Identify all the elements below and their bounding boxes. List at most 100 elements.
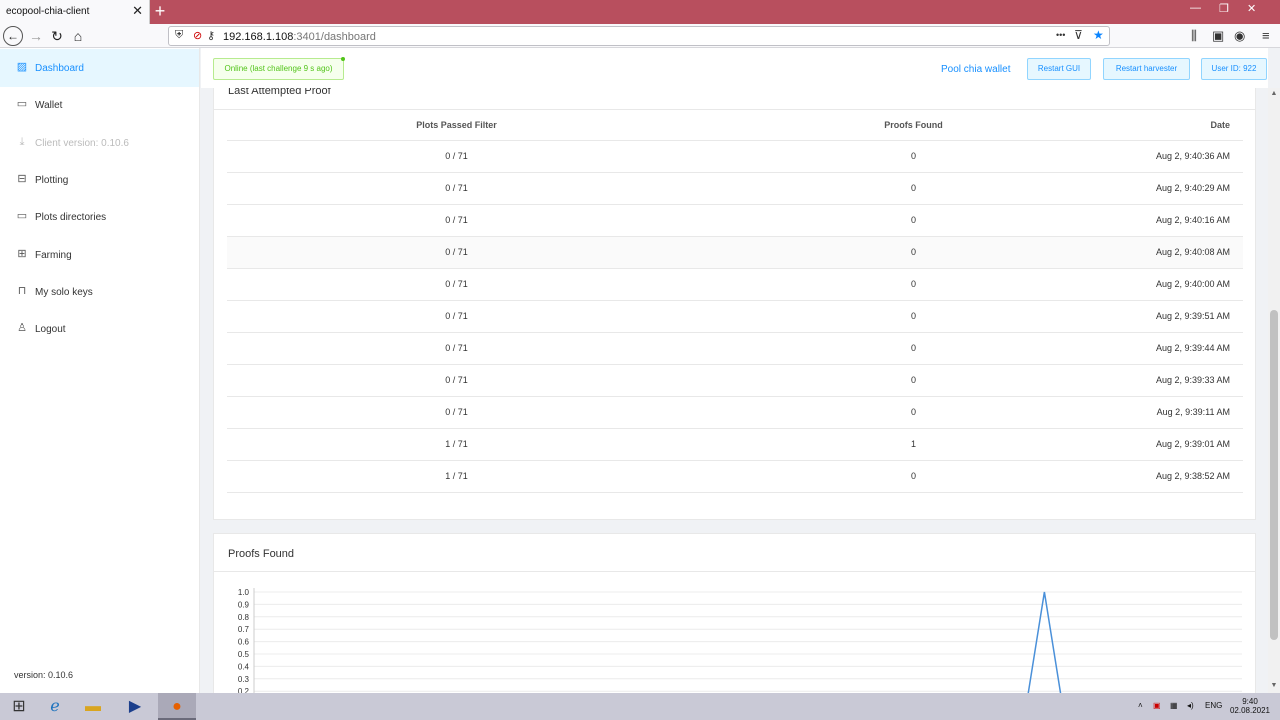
y-tick-label: 0.9 [238, 600, 250, 609]
y-tick-label: 0.8 [238, 613, 250, 622]
restart-gui-button[interactable]: Restart GUI [1027, 58, 1091, 80]
status-text: Online (last challenge 9 s ago) [224, 64, 333, 73]
url-text[interactable]: 192.168.1.108:3401/dashboard [223, 31, 376, 43]
cell-proofs-found: 0 [686, 332, 1141, 365]
sidebar-toggle-icon[interactable]: ▣ [1212, 28, 1224, 44]
pocket-icon[interactable]: ⊽ [1074, 28, 1083, 42]
status-dot [341, 57, 345, 61]
y-tick-label: 0.5 [238, 650, 250, 659]
column-header-plots-passed-filter: Plots Passed Filter [227, 110, 686, 141]
sidebar-item-label: Wallet [35, 100, 63, 111]
y-tick-label: 0.6 [238, 638, 250, 647]
cell-proofs-found: 0 [686, 460, 1141, 493]
new-tab-button[interactable]: + [152, 1, 168, 22]
browser-nav-bar: ← → ↻ ⌂ ⛨ ⊘ ⚷ 192.168.1.108:3401/dashboa… [0, 24, 1280, 48]
download-icon: ⤓ [19, 136, 25, 148]
reload-button[interactable]: ↻ [47, 26, 67, 46]
tray-expand-icon[interactable]: ˄ [1138, 701, 1143, 710]
tab-close-icon[interactable]: ✕ [132, 3, 143, 19]
url-bar[interactable]: ⛨ ⊘ ⚷ 192.168.1.108:3401/dashboard ••• ⊽… [168, 26, 1110, 46]
forward-button[interactable]: → [26, 26, 46, 46]
window-close-button[interactable]: ✕ [1247, 2, 1256, 15]
menu-icon[interactable]: ≡ [1262, 28, 1270, 43]
tray-network-icon[interactable]: ▦ [1170, 701, 1178, 710]
sidebar-item-farming[interactable]: ⊞ Farming [0, 236, 199, 274]
tray-volume-icon[interactable]: ◂) [1187, 701, 1194, 710]
y-tick-label: 0.7 [238, 625, 250, 634]
url-path: :3401/dashboard [293, 31, 376, 43]
app-version: version: 0.10.6 [14, 670, 74, 680]
table-row: 0 / 71 0 Aug 2, 9:40:29 AM [227, 172, 1243, 205]
table-row: 0 / 71 0 Aug 2, 9:40:36 AM [227, 140, 1243, 173]
cell-date: Aug 2, 9:38:52 AM [1141, 460, 1243, 493]
taskbar-clock[interactable]: 9:40 02.08.2021 [1228, 697, 1272, 715]
scroll-down-arrow[interactable]: ▼ [1268, 682, 1280, 689]
cell-date: Aug 2, 9:40:08 AM [1141, 236, 1243, 269]
cell-plots-passed: 1 / 71 [227, 428, 686, 461]
cell-date: Aug 2, 9:40:16 AM [1141, 204, 1243, 237]
browser-tab[interactable]: ecopool-chia-client ✕ [0, 0, 150, 24]
proof-table: Plots Passed Filter Proofs Found Date 0 … [227, 110, 1243, 493]
sidebar: ▨ Dashboard ▭ Wallet ⤓ Client version: 0… [0, 48, 200, 693]
folder-icon: ▭ [16, 210, 28, 222]
home-button[interactable]: ⌂ [68, 26, 88, 46]
cell-plots-passed: 0 / 71 [227, 300, 686, 333]
proof-table-body: 0 / 71 0 Aug 2, 9:40:36 AM 0 / 71 0 Aug 2, 9:… [227, 140, 1243, 493]
cell-proofs-found: 0 [686, 172, 1141, 205]
user-icon: ♙ [17, 322, 27, 334]
page-scrollbar[interactable]: ▲ ▼ [1268, 88, 1280, 693]
internet-explorer-icon[interactable]: ℯ [36, 693, 74, 720]
sidebar-item-label: Plots directories [35, 212, 107, 223]
tray-language[interactable]: ENG [1205, 701, 1222, 710]
cell-date: Aug 2, 9:40:36 AM [1141, 140, 1243, 173]
tray-shield-icon[interactable]: ▣ [1153, 701, 1161, 710]
table-row: 0 / 71 0 Aug 2, 9:40:08 AM [227, 236, 1243, 269]
user-id-button[interactable]: User ID: 922 [1201, 58, 1267, 80]
account-icon[interactable]: ◉ [1234, 28, 1245, 44]
bookmark-star-icon[interactable]: ★ [1093, 28, 1104, 42]
file-explorer-icon[interactable]: ▬ [74, 693, 112, 720]
cell-date: Aug 2, 9:40:29 AM [1141, 172, 1243, 205]
window-minimize-button[interactable]: — [1190, 2, 1201, 14]
cell-proofs-found: 0 [686, 268, 1141, 301]
windows-start-icon[interactable]: ⊞ [0, 693, 38, 720]
sidebar-item-label: Dashboard [35, 63, 84, 74]
farming-icon: ⊞ [17, 248, 27, 260]
cell-plots-passed: 0 / 71 [227, 364, 686, 397]
page-actions-icon[interactable]: ••• [1056, 30, 1065, 40]
cell-proofs-found: 0 [686, 300, 1141, 333]
restart-harvester-button[interactable]: Restart harvester [1103, 58, 1190, 80]
firefox-icon[interactable]: ● [158, 693, 196, 720]
wallet-icon: ▭ [16, 98, 28, 110]
cell-plots-passed: 0 / 71 [227, 396, 686, 429]
sidebar-item-plotting[interactable]: ⊟ Plotting [0, 161, 199, 199]
cell-proofs-found: 0 [686, 140, 1141, 173]
table-row: 0 / 71 0 Aug 2, 9:39:51 AM [227, 300, 1243, 333]
sidebar-item-client-version: ⤓ Client version: 0.10.6 [0, 124, 199, 162]
shield-icon[interactable]: ⛨ [175, 29, 183, 42]
sidebar-item-logout[interactable]: ♙ Logout [0, 310, 199, 348]
key-icon[interactable]: ⚷ [207, 29, 215, 42]
sidebar-item-dashboard[interactable]: ▨ Dashboard [0, 49, 199, 87]
powershell-icon[interactable]: ▶ [116, 693, 154, 720]
table-row: 0 / 71 0 Aug 2, 9:40:00 AM [227, 268, 1243, 301]
cell-date: Aug 2, 9:39:11 AM [1141, 396, 1243, 429]
clock-time: 9:40 [1242, 697, 1258, 706]
cell-date: Aug 2, 9:40:00 AM [1141, 268, 1243, 301]
scrollbar-thumb[interactable] [1270, 310, 1278, 640]
window-restore-button[interactable]: ❐ [1219, 2, 1229, 15]
cell-date: Aug 2, 9:39:01 AM [1141, 428, 1243, 461]
sidebar-item-plots-directories[interactable]: ▭ Plots directories [0, 198, 199, 236]
sidebar-item-label: Farming [35, 250, 72, 261]
scroll-up-arrow[interactable]: ▲ [1268, 90, 1280, 97]
sidebar-item-my-solo-keys[interactable]: ⊓ My solo keys [0, 273, 199, 311]
library-icon[interactable]: ⫼ [1191, 28, 1197, 44]
sidebar-item-wallet[interactable]: ▭ Wallet [0, 86, 199, 124]
cell-plots-passed: 0 / 71 [227, 140, 686, 173]
column-header-proofs-found: Proofs Found [686, 110, 1141, 141]
pool-chia-wallet-link[interactable]: Pool chia wallet [941, 64, 1010, 75]
sidebar-item-label: Plotting [35, 175, 69, 186]
back-button[interactable]: ← [3, 26, 23, 46]
insecure-lock-icon[interactable]: ⊘ [193, 29, 202, 42]
cell-plots-passed: 0 / 71 [227, 332, 686, 365]
